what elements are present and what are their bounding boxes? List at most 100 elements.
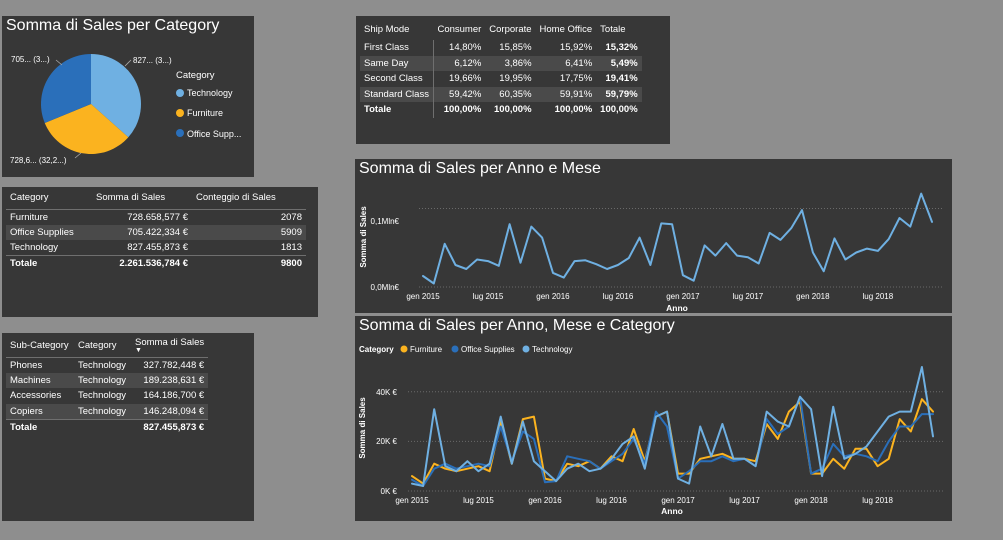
line-chart-anno-mese-category[interactable]: Somma di Sales per Anno, Mese e Category…: [355, 316, 952, 521]
line2-legend-furniture[interactable]: Furniture: [410, 345, 443, 354]
sales-cell: 327.782,448 €: [143, 359, 205, 371]
total-cell: 100,00%: [494, 104, 532, 116]
line1-xtick-label: lug 2015: [473, 292, 504, 301]
line2-xtick-label: gen 2015: [395, 496, 429, 505]
line1-xtick-label: gen 2015: [406, 292, 440, 301]
line2-legend-marker-office-supplies: [451, 345, 459, 353]
value-cell: 15,85%: [499, 42, 532, 54]
sales-cell: 728.658,577 €: [127, 211, 188, 223]
pie-legend-marker-furniture: [176, 109, 184, 117]
line2-legend-title: Category: [359, 345, 394, 354]
table-row[interactable]: Phones Technology 327.782,448 €: [6, 357, 208, 373]
pie-legend-office-supplies[interactable]: Office Supp...: [187, 129, 241, 139]
table-row[interactable]: Machines Technology 189.238,631 €: [6, 372, 209, 388]
sort-descending-icon[interactable]: ▼: [135, 347, 204, 354]
value-cell: 19,66%: [449, 73, 482, 85]
line1-xlabel: Anno: [666, 303, 688, 313]
total-label: Totale: [10, 258, 38, 269]
line1-xtick-label: lug 2017: [733, 292, 764, 301]
total-cell: 5,49%: [596, 55, 642, 71]
col-category[interactable]: Category: [74, 335, 131, 357]
line2-ytick-1: 20K €: [376, 437, 397, 446]
subcategory-cell: Accessories: [10, 390, 62, 402]
col-totale[interactable]: Totale: [596, 18, 642, 40]
col-category[interactable]: Category: [6, 187, 92, 209]
total-row[interactable]: Totale 100,00% 100,00% 100,00% 100,00%: [360, 102, 642, 118]
line2-xtick-label: gen 2018: [794, 496, 828, 505]
total-sales-cell: 827.455,873 €: [143, 421, 205, 433]
ship-mode-cell: Standard Class: [360, 86, 434, 102]
value-cell: 15,92%: [559, 42, 593, 54]
subcategory-cell: Phones: [10, 359, 43, 371]
line2-legend-technology[interactable]: Technology: [532, 345, 572, 354]
line2-legend-office-supplies[interactable]: Office Supplies: [461, 345, 515, 354]
ship-mode-table: Ship Mode Consumer Corporate Home Office…: [360, 18, 642, 118]
table-row[interactable]: Technology 827.455,873 € 1813: [6, 240, 306, 256]
subcategory-table: Sub-Category Category Somma di Sales ▼ P…: [6, 335, 209, 435]
count-cell: 5909: [192, 224, 306, 240]
col-ship-mode[interactable]: Ship Mode: [360, 18, 433, 40]
total-label: Totale: [10, 421, 38, 433]
col-somma-di-sales[interactable]: Somma di Sales: [92, 187, 192, 209]
line1-ylabel: Somma di Sales: [359, 206, 368, 268]
col-somma-di-sales[interactable]: Somma di Sales ▼: [131, 335, 208, 357]
col-consumer[interactable]: Consumer: [433, 18, 485, 40]
pie-legend-technology[interactable]: Technology: [187, 88, 233, 98]
line-chart-anno-mese[interactable]: Somma di Sales per Anno e Mese 0,0Mln€ 0…: [355, 159, 952, 313]
line1-ytick-0: 0,0Mln€: [371, 283, 400, 292]
total-row[interactable]: Totale 2.261.536,784 € 9800: [6, 255, 306, 272]
table-row[interactable]: Office Supplies 705.422,334 € 5909: [6, 224, 306, 240]
sales-cell: 164.186,700 €: [143, 390, 205, 402]
table-row[interactable]: Furniture 728.658,577 € 2078: [6, 209, 306, 225]
line1-ytick-1: 0,1Mln€: [371, 217, 400, 226]
total-cell: 15,32%: [605, 42, 638, 54]
line2-xtick-label: gen 2017: [661, 496, 695, 505]
category-table: Category Somma di Sales Conteggio di Sal…: [6, 187, 306, 271]
count-cell: 1813: [280, 242, 302, 253]
value-cell: 59,91%: [535, 86, 597, 102]
line2-xtick-label: lug 2018: [862, 496, 893, 505]
total-label: Totale: [360, 102, 434, 118]
sales-cell: 705.422,334 €: [92, 224, 192, 240]
category-cell: Furniture: [10, 211, 49, 223]
table-row[interactable]: Second Class 19,66% 19,95% 17,75% 19,41%: [360, 71, 642, 87]
line2-xtick-label: lug 2016: [596, 496, 627, 505]
col-conteggio-di-sales[interactable]: Conteggio di Sales: [192, 187, 306, 209]
line1-chart-svg: 0,0Mln€ 0,1Mln€ Somma di Sales gen 2015 l…: [359, 192, 944, 313]
pie-label-technology: 827... (3...): [133, 56, 172, 65]
category-cell: Technology: [78, 359, 127, 371]
pie-label-office-supplies: 705... (3...): [11, 55, 50, 64]
category-cell: Technology: [10, 242, 59, 253]
col-sub-category[interactable]: Sub-Category: [6, 335, 74, 357]
col-corporate[interactable]: Corporate: [485, 18, 535, 40]
table-row[interactable]: Same Day 6,12% 3,86% 6,41% 5,49%: [360, 55, 642, 71]
subcategory-table-visual[interactable]: Sub-Category Category Somma di Sales ▼ P…: [2, 333, 254, 521]
line1-xtick-label: gen 2016: [536, 292, 570, 301]
line2-xtick-label: gen 2016: [528, 496, 562, 505]
pie-visual[interactable]: Somma di Sales per Category 827... (3...…: [2, 16, 254, 177]
total-row[interactable]: Totale 827.455,873 €: [6, 419, 209, 435]
total-cell: 100,00%: [600, 104, 638, 116]
line2-ytick-2: 40K €: [376, 388, 397, 397]
sales-cell: 189.238,631 €: [131, 372, 209, 388]
value-cell: 6,41%: [535, 55, 597, 71]
pie-legend-furniture[interactable]: Furniture: [187, 108, 223, 118]
line2-legend-marker-technology: [522, 345, 530, 353]
line2-ytick-0: 0K €: [381, 487, 398, 496]
col-somma-di-sales-label: Somma di Sales: [135, 337, 205, 349]
table-row[interactable]: Copiers Technology 146.248,094 €: [6, 403, 209, 419]
table-row[interactable]: Standard Class 59,42% 60,35% 59,91% 59,7…: [360, 86, 642, 102]
total-count-cell: 9800: [280, 258, 302, 269]
category-table-visual[interactable]: Category Somma di Sales Conteggio di Sal…: [2, 187, 318, 317]
col-home-office[interactable]: Home Office: [536, 18, 597, 40]
pie-legend-title: Category: [176, 70, 215, 81]
line1-series-sales[interactable]: [422, 192, 933, 285]
line2-ylabel: Somma di Sales: [358, 397, 367, 459]
ship-mode-matrix[interactable]: Ship Mode Consumer Corporate Home Office…: [356, 16, 670, 144]
table-row[interactable]: Accessories Technology 164.186,700 €: [6, 388, 208, 404]
line2-chart-svg: Category Furniture Office Supplies Techn…: [358, 345, 945, 516]
value-cell: 14,80%: [449, 42, 482, 54]
ship-mode-cell: First Class: [360, 40, 434, 56]
value-cell: 6,12%: [433, 55, 486, 71]
table-row[interactable]: First Class 14,80% 15,85% 15,92% 15,32%: [360, 40, 642, 56]
